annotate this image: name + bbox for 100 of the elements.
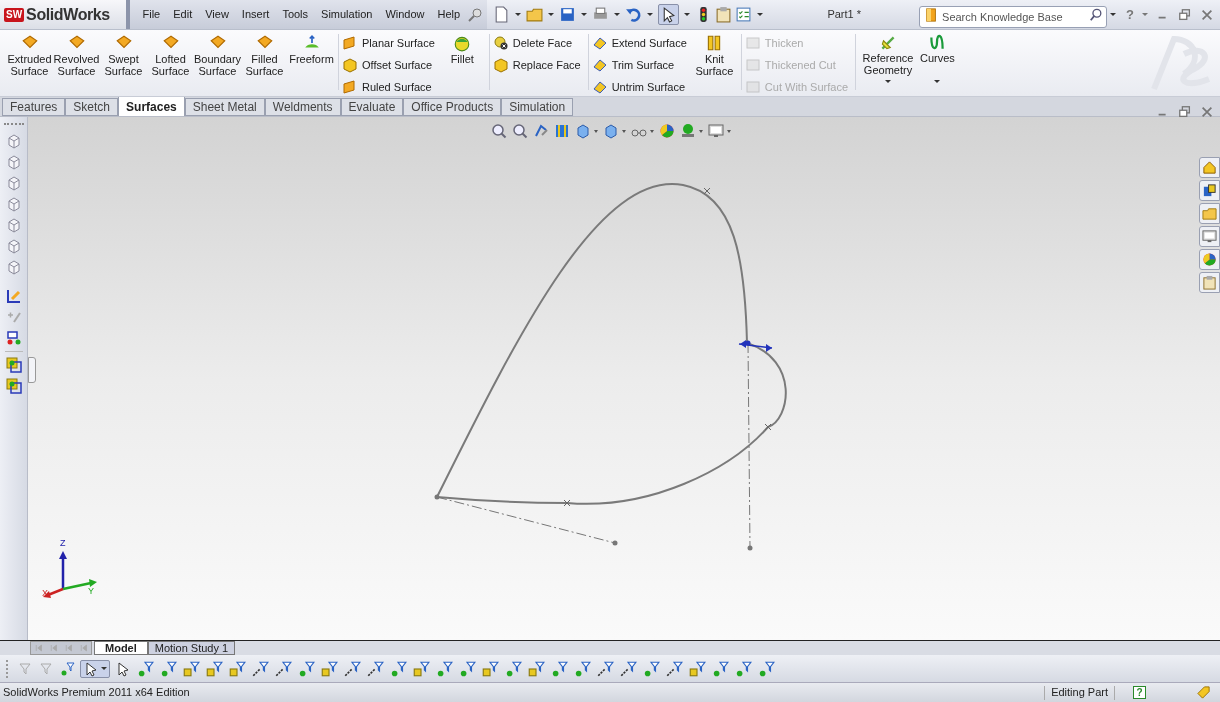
caret-icon[interactable] — [514, 13, 521, 16]
filter-icon[interactable] — [596, 659, 614, 678]
ribbon-button[interactable]: Untrim Surface — [591, 78, 687, 96]
filter-icon[interactable] — [297, 659, 315, 678]
ribbon-button[interactable]: Lofted Surface — [147, 34, 194, 77]
filter-icon[interactable] — [688, 659, 706, 678]
tab[interactable]: Office Products — [403, 98, 502, 116]
ribbon-button[interactable]: Delete Face — [492, 34, 581, 52]
flyout-handle[interactable] — [28, 357, 36, 383]
cursor-icon[interactable] — [83, 660, 99, 677]
menu-item[interactable]: Simulation — [314, 6, 379, 23]
centerline[interactable] — [436, 496, 616, 544]
ribbon-button[interactable]: Freeform — [288, 34, 335, 65]
cube-view-icon[interactable] — [5, 175, 22, 191]
close-icon[interactable] — [1200, 105, 1214, 119]
filter-icon[interactable] — [527, 659, 545, 678]
cube-view-icon[interactable] — [5, 238, 22, 254]
tangent-handle-icon[interactable] — [738, 340, 773, 352]
layers-icon[interactable] — [5, 357, 22, 373]
filter-icon[interactable] — [182, 659, 200, 678]
filter-icon[interactable] — [205, 659, 223, 678]
ribbon-dropdown-button[interactable]: Reference Geometry — [859, 34, 917, 83]
filter-icon[interactable] — [274, 659, 292, 678]
layers-icon[interactable] — [5, 378, 22, 394]
help-button[interactable]: ? — [1126, 4, 1134, 25]
filter-icon[interactable] — [320, 659, 338, 678]
caret-icon[interactable] — [1110, 13, 1117, 16]
spline-point-icon[interactable] — [563, 499, 571, 507]
caret-icon[interactable] — [756, 13, 763, 16]
restore-icon[interactable] — [1178, 105, 1192, 119]
cube-view-icon[interactable] — [5, 259, 22, 275]
checklist-icon[interactable] — [734, 6, 752, 23]
save-icon[interactable] — [558, 6, 576, 23]
filter-icon[interactable] — [343, 659, 361, 678]
filter-icon[interactable] — [757, 659, 775, 678]
ribbon-button[interactable]: Planar Surface — [342, 34, 435, 52]
ribbon-button[interactable]: Knit Surface — [690, 34, 738, 77]
ribbon-button[interactable]: Boundary Surface — [194, 34, 241, 77]
ribbon-button[interactable]: Trim Surface — [591, 56, 687, 74]
filter-icon[interactable] — [412, 659, 430, 678]
menu-item[interactable]: Tools — [275, 6, 315, 23]
ribbon-button[interactable]: Fillet — [438, 34, 486, 65]
menu-item[interactable]: Edit — [166, 6, 199, 23]
ribbon-button[interactable]: Ruled Surface — [342, 78, 435, 96]
ribbon-button[interactable]: Offset Surface — [342, 56, 435, 74]
model-tab[interactable]: Model — [94, 641, 148, 655]
caret-icon[interactable] — [683, 13, 690, 16]
task-pane-tab[interactable] — [1199, 180, 1220, 201]
filter-icon[interactable] — [734, 659, 752, 678]
caret-icon[interactable] — [594, 129, 598, 133]
filter-icon[interactable] — [665, 659, 683, 678]
ribbon-button[interactable]: Filled Surface — [241, 34, 288, 77]
filter-icon[interactable] — [550, 659, 568, 678]
section-view-icon[interactable] — [554, 123, 570, 139]
help-button[interactable]: ? — [1133, 686, 1146, 699]
task-pane-tab[interactable] — [1199, 249, 1220, 270]
cube-view-icon[interactable] — [5, 217, 22, 233]
tab[interactable]: Evaluate — [340, 98, 404, 116]
model-tab[interactable]: Motion Study 1 — [147, 641, 236, 655]
filter-icon[interactable] — [481, 659, 499, 678]
menu-item[interactable]: Window — [378, 6, 432, 23]
filter-icon[interactable] — [504, 659, 522, 678]
close-icon[interactable] — [1200, 7, 1214, 22]
ribbon-button[interactable]: Swept Surface — [100, 34, 147, 77]
monitor-icon[interactable] — [708, 123, 724, 139]
filter-icon[interactable] — [251, 659, 269, 678]
filter-icon[interactable] — [159, 659, 177, 678]
scene-icon[interactable] — [680, 123, 696, 139]
sketch-point[interactable] — [747, 545, 753, 551]
ribbon-dropdown-button[interactable]: Curves — [917, 34, 958, 83]
sketch-point[interactable] — [434, 494, 440, 500]
spline-point-icon[interactable] — [764, 423, 772, 431]
caret-icon[interactable] — [613, 13, 620, 16]
appearance-ball-icon[interactable] — [659, 123, 675, 139]
filter-icon[interactable] — [458, 659, 476, 678]
caret-icon[interactable] — [727, 129, 731, 133]
filter-icon[interactable] — [59, 660, 75, 677]
ribbon-button[interactable]: Extruded Surface — [6, 34, 53, 77]
caret-icon[interactable] — [622, 129, 626, 133]
sketch-pencil-icon[interactable] — [5, 288, 22, 304]
tab[interactable]: Surfaces — [118, 96, 185, 116]
caret-icon[interactable] — [547, 13, 554, 16]
filter-icon[interactable] — [389, 659, 407, 678]
ribbon-button[interactable]: Extend Surface — [591, 34, 687, 52]
cube-view-icon[interactable] — [5, 133, 22, 149]
view-orientation-icon[interactable] — [575, 123, 591, 139]
spline-point-icon[interactable] — [703, 187, 711, 195]
filter-icon[interactable] — [711, 659, 729, 678]
cursor-icon[interactable] — [115, 660, 131, 677]
sketch-point[interactable] — [612, 540, 618, 546]
filter-icon[interactable] — [136, 659, 154, 678]
tab[interactable]: Features — [2, 98, 66, 116]
filter-icon[interactable] — [642, 659, 660, 678]
zoom-fit-icon[interactable] — [491, 123, 507, 139]
caret-icon[interactable] — [646, 13, 653, 16]
cube-view-icon[interactable] — [5, 196, 22, 212]
caret-icon[interactable] — [650, 129, 654, 133]
menu-item[interactable]: Insert — [235, 6, 276, 23]
filter-icon[interactable] — [619, 659, 637, 678]
caret-icon[interactable] — [580, 13, 587, 16]
